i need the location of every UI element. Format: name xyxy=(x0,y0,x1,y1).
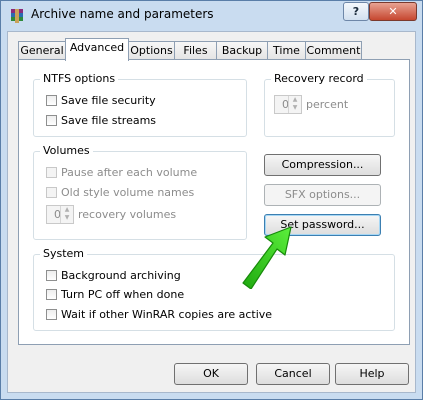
tab-general[interactable]: General xyxy=(18,41,66,60)
checkbox-box[interactable] xyxy=(46,308,57,320)
advanced-tab-panel: NTFS options Save file security Save fil… xyxy=(18,59,410,345)
system-group: System Background archiving Turn PC off … xyxy=(33,247,395,331)
volumes-group: Volumes Pause after each volume Old styl… xyxy=(33,144,247,240)
spinner-arrows[interactable]: ▲ ▼ xyxy=(288,96,301,113)
help-title-button[interactable]: ? xyxy=(343,2,369,21)
archive-dialog: Archive name and parameters ? ✕ General … xyxy=(0,0,423,400)
winrar-icon xyxy=(11,9,23,23)
save-streams-label: Save file streams xyxy=(61,114,157,127)
recovery-record-input[interactable]: 0 ▲ ▼ xyxy=(274,95,302,114)
compression-button[interactable]: Compression... xyxy=(264,154,381,176)
background-archiving-checkbox[interactable]: Background archiving xyxy=(46,268,181,284)
tab-comment[interactable]: Comment xyxy=(305,41,362,60)
checkbox-box[interactable] xyxy=(46,288,57,300)
tab-files[interactable]: Files xyxy=(174,41,217,60)
pause-volume-label: Pause after each volume xyxy=(61,166,198,179)
ntfs-options-group: NTFS options Save file security Save fil… xyxy=(33,72,247,137)
wait-other-copies-checkbox[interactable]: Wait if other WinRAR copies are active xyxy=(46,307,272,323)
checkbox-box[interactable] xyxy=(46,94,57,106)
sfx-options-button[interactable]: SFX options... xyxy=(264,184,381,206)
help-button[interactable]: Help xyxy=(335,363,409,385)
checkbox-box[interactable] xyxy=(46,114,57,126)
save-security-label: Save file security xyxy=(61,94,156,107)
tab-advanced[interactable]: Advanced xyxy=(65,38,129,61)
spin-down-icon[interactable]: ▼ xyxy=(61,214,73,222)
system-title: System xyxy=(40,247,88,260)
spin-down-icon[interactable]: ▼ xyxy=(289,104,301,112)
recovery-volumes-input[interactable]: 0 ▲ ▼ xyxy=(46,205,74,224)
turn-off-pc-checkbox[interactable]: Turn PC off when done xyxy=(46,287,184,303)
old-style-names-checkbox[interactable]: Old style volume names xyxy=(46,185,194,201)
checkbox-box[interactable] xyxy=(46,269,57,281)
spinner-arrows[interactable]: ▲ ▼ xyxy=(60,206,73,223)
recovery-record-spinner[interactable]: 0 ▲ ▼ percent xyxy=(274,95,348,114)
dialog-client: General Advanced Options Files Backup Ti… xyxy=(7,31,416,393)
volumes-title: Volumes xyxy=(40,144,93,157)
window-title: Archive name and parameters xyxy=(31,7,214,21)
recovery-volumes-label: recovery volumes xyxy=(78,208,177,221)
background-archiving-label: Background archiving xyxy=(61,269,181,282)
tab-time[interactable]: Time xyxy=(267,41,306,60)
percent-label: percent xyxy=(306,98,349,111)
close-button[interactable]: ✕ xyxy=(369,2,417,21)
recovery-record-group: Recovery record 0 ▲ ▼ percent xyxy=(264,72,395,137)
recovery-volumes-spinner[interactable]: 0 ▲ ▼ recovery volumes xyxy=(46,205,176,224)
save-security-checkbox[interactable]: Save file security xyxy=(46,93,156,109)
spin-up-icon[interactable]: ▲ xyxy=(61,206,73,214)
recovery-record-title: Recovery record xyxy=(271,72,367,85)
pause-volume-checkbox[interactable]: Pause after each volume xyxy=(46,165,197,181)
checkbox-box[interactable] xyxy=(46,186,57,198)
turn-off-pc-label: Turn PC off when done xyxy=(61,288,185,301)
tab-options[interactable]: Options xyxy=(128,41,175,60)
cancel-button[interactable]: Cancel xyxy=(256,363,330,385)
wait-other-copies-label: Wait if other WinRAR copies are active xyxy=(61,308,273,321)
ntfs-options-title: NTFS options xyxy=(40,72,119,85)
annotation-arrow-icon xyxy=(242,226,292,289)
spin-up-icon[interactable]: ▲ xyxy=(289,96,301,104)
tab-backup[interactable]: Backup xyxy=(216,41,268,60)
old-style-names-label: Old style volume names xyxy=(61,186,195,199)
title-bar[interactable]: Archive name and parameters ? ✕ xyxy=(1,1,422,31)
checkbox-box[interactable] xyxy=(46,166,57,178)
save-streams-checkbox[interactable]: Save file streams xyxy=(46,113,156,129)
ok-button[interactable]: OK xyxy=(174,363,248,385)
